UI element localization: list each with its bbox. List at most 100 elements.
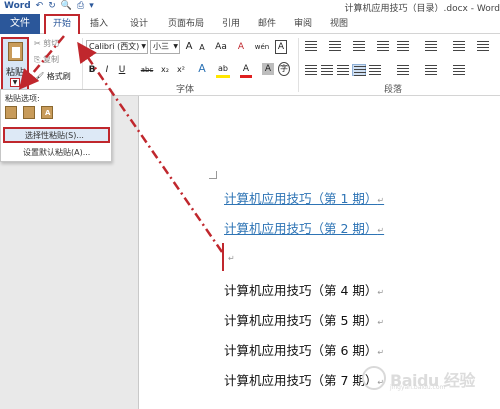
format-painter-button[interactable]: 🖌 格式刷: [34, 71, 71, 82]
font-name-select[interactable]: Calibri (西文) ▼: [86, 40, 148, 54]
chinese-layout-button[interactable]: [424, 40, 438, 52]
numbering-icon: [329, 41, 341, 51]
font-size-select[interactable]: 小三 ▼: [150, 40, 180, 54]
paragraph-mark: ↵: [377, 348, 385, 357]
superscript-button[interactable]: x²: [174, 64, 188, 76]
quick-access-toolbar: Word ↶ ↻ 🔍 ⎙ ▾: [4, 1, 94, 11]
cut-button[interactable]: ✂ 剪切: [34, 38, 59, 49]
tab-insert[interactable]: 插入: [84, 14, 114, 34]
ribbon: 粘贴 ▼ ✂ 剪切 ⎘ 复制 🖌 格式刷 Calibri (西文) ▼ 小三 ▼…: [0, 34, 500, 96]
tab-references[interactable]: 引用: [218, 14, 244, 34]
baidu-paw-logo-icon: [362, 366, 386, 390]
font-group-label: 字体: [176, 85, 195, 95]
toc-line-2[interactable]: 计算机应用技巧（第 2 期）↵: [224, 218, 384, 237]
numbering-button[interactable]: [328, 40, 342, 52]
tab-design[interactable]: 设计: [124, 14, 154, 34]
grow-font-button[interactable]: A: [183, 41, 195, 53]
bold-button[interactable]: B: [86, 64, 98, 76]
toc-line-1[interactable]: 计算机应用技巧（第 1 期）↵: [224, 188, 384, 207]
bullets-button[interactable]: [304, 40, 318, 52]
tab-home[interactable]: 开始: [44, 14, 80, 34]
paste-options-header: 粘贴选项:: [5, 94, 40, 103]
underline-button[interactable]: U: [116, 64, 128, 76]
character-border-button[interactable]: A: [275, 40, 287, 54]
toc-line-text: 计算机应用技巧（第 2 期）: [224, 221, 378, 236]
line-spacing-icon: [397, 65, 409, 75]
paragraph-mark: ↵: [377, 288, 385, 297]
document-page[interactable]: [139, 96, 500, 409]
distributed-button[interactable]: [368, 64, 382, 76]
phonetic-guide-button[interactable]: wén: [252, 41, 272, 53]
text-effects-button[interactable]: A: [196, 63, 208, 75]
toc-line-text: 计算机应用技巧（第 5 期）: [224, 313, 378, 328]
tab-file[interactable]: 文件: [0, 14, 40, 34]
italic-button[interactable]: I: [101, 64, 113, 76]
align-right-button[interactable]: [336, 64, 350, 76]
toc-line-4[interactable]: 计算机应用技巧（第 4 期）↵: [224, 280, 384, 299]
tab-page-layout[interactable]: 页面布局: [162, 14, 210, 34]
shrink-font-button[interactable]: A: [196, 42, 208, 54]
paste-dropdown-arrow[interactable]: ▼: [10, 78, 20, 87]
paragraph-mark: ↵: [377, 226, 385, 235]
quick-print-icon[interactable]: ⎙: [77, 1, 84, 11]
toc-line-text: 计算机应用技巧（第 1 期）: [224, 191, 378, 206]
paste-button[interactable]: 粘贴 ▼: [1, 37, 29, 91]
decrease-indent-button[interactable]: [376, 40, 390, 52]
shading-button[interactable]: [424, 64, 438, 76]
undo-icon[interactable]: ↶: [36, 1, 44, 11]
paste-option-icons: [5, 106, 53, 119]
tab-review[interactable]: 审阅: [290, 14, 316, 34]
sort-button[interactable]: [452, 40, 466, 52]
set-default-paste-menu-item[interactable]: 设置默认粘贴(A)...: [3, 146, 110, 162]
tab-view[interactable]: 视图: [326, 14, 352, 34]
align-right-icon: [337, 65, 349, 75]
increase-indent-icon: [397, 41, 409, 51]
font-color-button[interactable]: A: [240, 63, 252, 78]
paste-special-menu-item[interactable]: 选择性粘贴(S)...: [3, 127, 110, 143]
justify-icon: [354, 66, 366, 76]
clipboard-icon: [8, 42, 23, 61]
copy-button[interactable]: ⎘ 复制: [34, 54, 59, 65]
toc-line-5[interactable]: 计算机应用技巧（第 5 期）↵: [224, 310, 384, 329]
insertion-cursor-marker: [222, 243, 224, 271]
font-size-value: 小三: [153, 42, 169, 51]
show-marks-button[interactable]: [476, 40, 490, 52]
subscript-button[interactable]: x₂: [158, 64, 172, 76]
clear-formatting-button[interactable]: A: [235, 41, 247, 53]
word-logo-icon: Word: [4, 1, 31, 11]
change-case-button[interactable]: Aa: [213, 41, 229, 53]
borders-button[interactable]: [452, 64, 466, 76]
merge-format-icon[interactable]: [23, 106, 35, 119]
paragraph-mark-icon: [477, 41, 489, 51]
borders-icon: [453, 65, 465, 75]
multilevel-list-button[interactable]: [352, 40, 366, 52]
toc-line-text: 计算机应用技巧（第 7 期）: [224, 373, 378, 388]
tab-mailings[interactable]: 邮件: [254, 14, 280, 34]
group-separator: [82, 38, 83, 92]
justify-button[interactable]: [352, 64, 366, 76]
print-preview-icon[interactable]: 🔍: [61, 1, 72, 11]
increase-indent-button[interactable]: [396, 40, 410, 52]
ribbon-tabs: 文件 开始 插入 设计 页面布局 引用 邮件 审阅 视图: [0, 14, 500, 34]
keep-text-only-icon[interactable]: [41, 106, 53, 119]
paste-label: 粘贴: [5, 68, 24, 78]
redo-icon[interactable]: ↻: [48, 1, 56, 11]
strikethrough-button[interactable]: abc: [138, 64, 156, 76]
shading-icon: [425, 65, 437, 75]
sort-icon: [453, 41, 465, 51]
align-center-button[interactable]: [320, 64, 334, 76]
distributed-icon: [369, 65, 381, 75]
toc-line-7[interactable]: 计算机应用技巧（第 7 期）↵: [224, 370, 384, 389]
line-spacing-button[interactable]: [396, 64, 410, 76]
character-shading-button[interactable]: A: [262, 63, 274, 75]
align-left-button[interactable]: [304, 64, 318, 76]
group-separator: [298, 38, 299, 92]
customize-qat-icon[interactable]: ▾: [89, 1, 94, 11]
toc-line-text: 计算机应用技巧（第 6 期）: [224, 343, 378, 358]
enclose-character-button[interactable]: 字: [278, 62, 290, 76]
toc-line-6[interactable]: 计算机应用技巧（第 6 期）↵: [224, 340, 384, 359]
keep-source-format-icon[interactable]: [5, 106, 17, 119]
window-title: 计算机应用技巧（目录）.docx - Word: [344, 4, 500, 14]
chevron-down-icon: ▼: [141, 43, 146, 50]
highlight-button[interactable]: ab: [216, 63, 230, 78]
